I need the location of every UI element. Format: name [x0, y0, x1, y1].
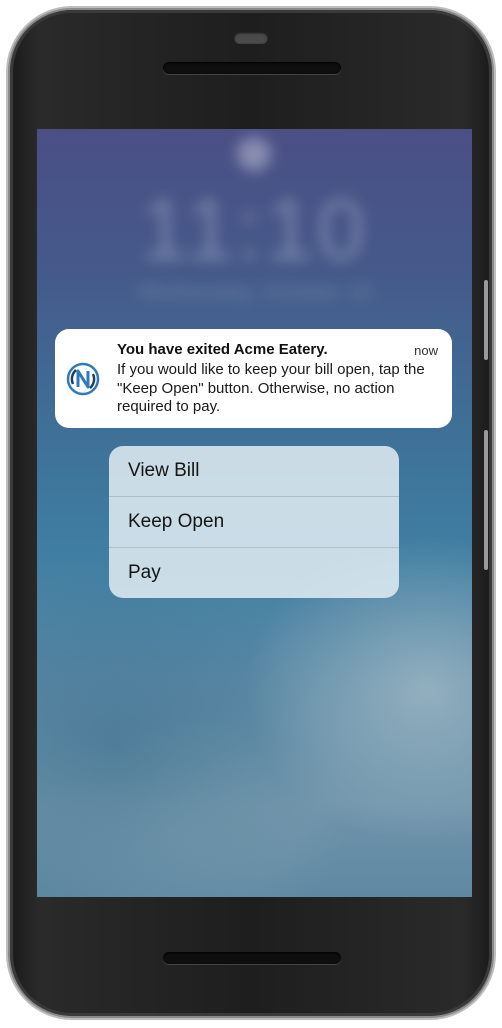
- nfc-n-logo-icon: [66, 362, 100, 396]
- notification-body: If you would like to keep your bill open…: [117, 361, 425, 415]
- top-speaker: [163, 62, 341, 74]
- lock-icon: [237, 137, 271, 171]
- notification-card[interactable]: You have exited Acme Eatery. now If you …: [55, 329, 452, 428]
- notification-actions: View Bill Keep Open Pay: [109, 446, 399, 598]
- keep-open-button[interactable]: Keep Open: [109, 497, 399, 548]
- volume-button: [484, 430, 488, 570]
- lock-screen: 11:10 Wednesday, October 18 You have exi…: [37, 129, 472, 897]
- bottom-speaker: [163, 952, 341, 964]
- view-bill-button[interactable]: View Bill: [109, 446, 399, 497]
- notification-title: You have exited Acme Eatery.: [117, 341, 328, 358]
- pay-button[interactable]: Pay: [109, 548, 399, 598]
- clock-date: Wednesday, October 18: [136, 279, 373, 304]
- power-button: [484, 280, 488, 360]
- front-camera: [234, 32, 268, 44]
- notification-timestamp: now: [414, 343, 438, 358]
- clock-time: 11:10: [140, 182, 369, 278]
